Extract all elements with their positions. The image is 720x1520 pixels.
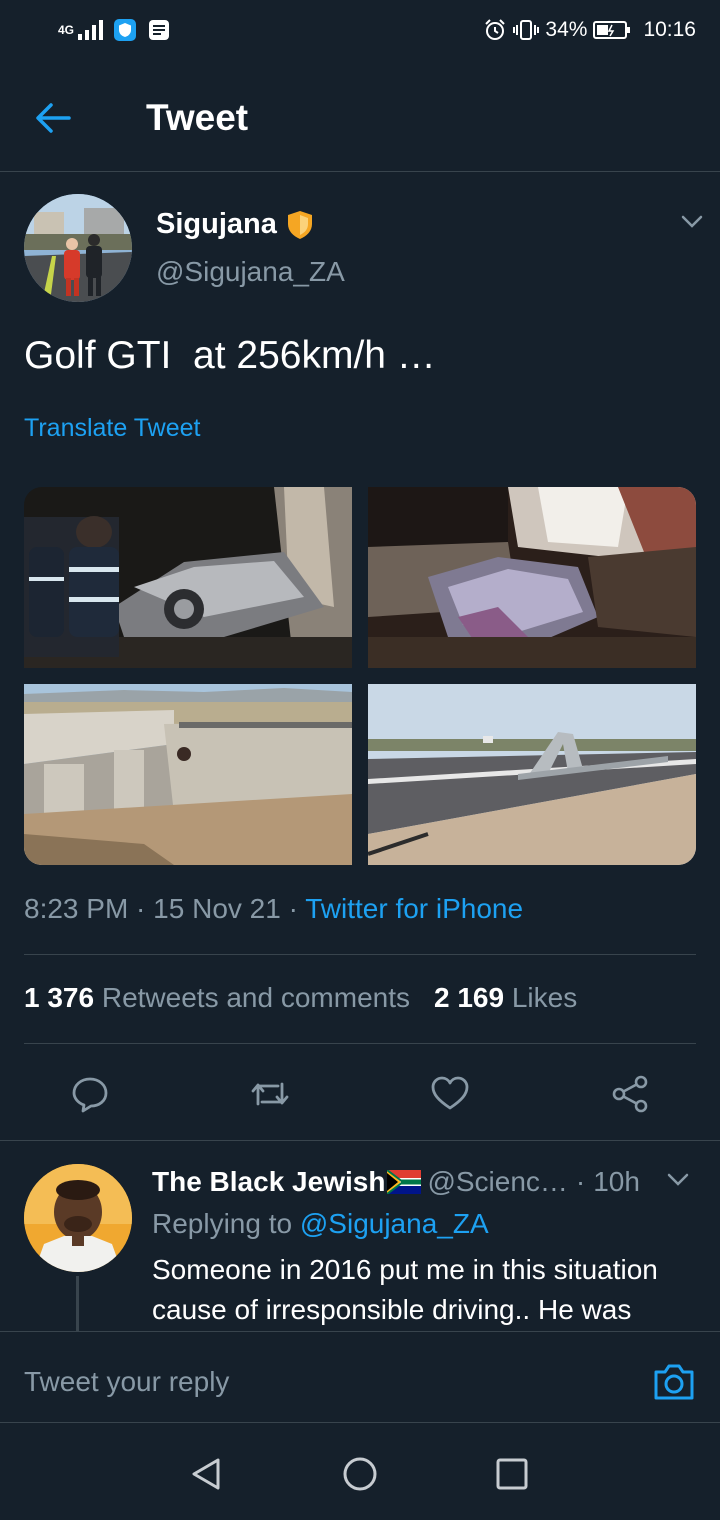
- reply-input[interactable]: Tweet your reply: [24, 1366, 229, 1398]
- tweet-date: 15 Nov 21: [153, 893, 281, 924]
- tweet-options-button[interactable]: [680, 214, 704, 235]
- reply-author-handle: @Scienc…: [427, 1166, 568, 1197]
- reply-text: Someone in 2016 put me in this situation…: [152, 1254, 658, 1325]
- author-name: Sigujana: [156, 208, 277, 240]
- media-photo-3[interactable]: [24, 684, 352, 865]
- nav-back-button[interactable]: [182, 1450, 230, 1498]
- author-name-row[interactable]: Sigujana: [156, 208, 313, 241]
- media-photo-2[interactable]: [368, 487, 696, 668]
- triangle-back-icon: [192, 1458, 220, 1490]
- divider: [24, 954, 696, 955]
- chevron-down-icon: [681, 215, 703, 228]
- signal-icon: [78, 20, 104, 40]
- camera-button[interactable]: [652, 1360, 696, 1404]
- reply-button[interactable]: [60, 1060, 120, 1128]
- tweet-time: 8:23 PM: [24, 893, 129, 924]
- arrow-left-icon: [36, 102, 71, 133]
- clock: 10:16: [643, 18, 696, 41]
- author-avatar[interactable]: [24, 194, 132, 302]
- back-button[interactable]: [0, 64, 110, 172]
- retweets-stat[interactable]: 1 376 Retweets and comments: [24, 982, 410, 1014]
- retweets-label: Retweets and comments: [101, 982, 410, 1013]
- nav-recents-button[interactable]: [488, 1450, 536, 1498]
- likes-count: 2 169: [434, 982, 505, 1013]
- media-photo-4[interactable]: [368, 684, 696, 865]
- reply-header: The Black Jewish @Scienc… · 10h: [152, 1166, 640, 1198]
- meta-separator: ·: [128, 893, 154, 924]
- tweet-author-row: Sigujana @Sigujana_ZA: [24, 194, 704, 304]
- reply-tweet[interactable]: The Black Jewish @Scienc… · 10h Replying…: [0, 1142, 720, 1332]
- thread-line: [76, 1276, 79, 1332]
- square-recents-icon: [496, 1458, 528, 1490]
- media-grid: [24, 487, 696, 865]
- tweet-text: Golf GTI at 256km/h …: [24, 334, 436, 377]
- comment-icon: [72, 1077, 108, 1113]
- likes-stat[interactable]: 2 169 Likes: [434, 982, 577, 1014]
- camera-icon: [654, 1364, 694, 1400]
- nav-home-button[interactable]: [336, 1450, 384, 1498]
- battery-icon: [593, 21, 631, 39]
- likes-label: Likes: [511, 982, 578, 1013]
- media-photo-1[interactable]: [24, 487, 352, 668]
- share-button[interactable]: [600, 1060, 660, 1128]
- network-type: 4G: [58, 22, 75, 37]
- south-africa-flag-icon: [387, 1170, 422, 1194]
- chevron-down-icon: [667, 1173, 689, 1186]
- author-handle: @Sigujana_ZA: [156, 256, 345, 287]
- network-indicator: 4G: [58, 20, 104, 40]
- retweets-count: 1 376: [24, 982, 95, 1013]
- retweet-button[interactable]: [240, 1060, 300, 1128]
- alarm-icon: [485, 19, 506, 40]
- page-title: Tweet: [146, 96, 249, 138]
- circle-home-icon: [343, 1457, 377, 1491]
- top-app-bar: Tweet: [0, 64, 720, 172]
- tweet-client-link[interactable]: Twitter for iPhone: [305, 893, 523, 924]
- reply-author-avatar[interactable]: [24, 1164, 132, 1272]
- retweet-icon: [251, 1082, 289, 1106]
- reply-options-button[interactable]: [666, 1172, 690, 1193]
- vpn-shield-icon: [114, 19, 137, 41]
- shield-icon: [287, 210, 312, 239]
- reply-time: 10h: [593, 1166, 640, 1197]
- vibrate-icon: [513, 20, 540, 40]
- tweet-stats: 1 376 Retweets and comments 2 169 Likes: [24, 982, 577, 1014]
- system-nav-bar: [0, 1424, 720, 1520]
- meta-separator: ·: [280, 893, 306, 924]
- like-button[interactable]: [420, 1060, 480, 1128]
- notification-app-icon: [149, 20, 170, 40]
- share-icon: [612, 1075, 648, 1113]
- like-icon: [431, 1076, 469, 1110]
- reply-separator: ·: [575, 1166, 586, 1197]
- reply-composer: Tweet your reply: [0, 1331, 720, 1423]
- divider: [0, 1140, 720, 1141]
- replying-to: Replying to @Sigujana_ZA: [152, 1208, 489, 1240]
- translate-tweet-link[interactable]: Translate Tweet: [24, 414, 200, 443]
- divider: [24, 1043, 696, 1044]
- status-bar: 4G 34% 10:16: [0, 0, 720, 60]
- tweet-actions: [0, 1060, 720, 1128]
- battery-percent: 34%: [545, 18, 588, 41]
- tweet-meta: 8:23 PM · 15 Nov 21 · Twitter for iPhone: [24, 893, 523, 925]
- reply-author-name[interactable]: The Black Jewish: [152, 1166, 385, 1198]
- replying-mention[interactable]: @Sigujana_ZA: [300, 1208, 489, 1239]
- replying-label: Replying to: [152, 1208, 293, 1239]
